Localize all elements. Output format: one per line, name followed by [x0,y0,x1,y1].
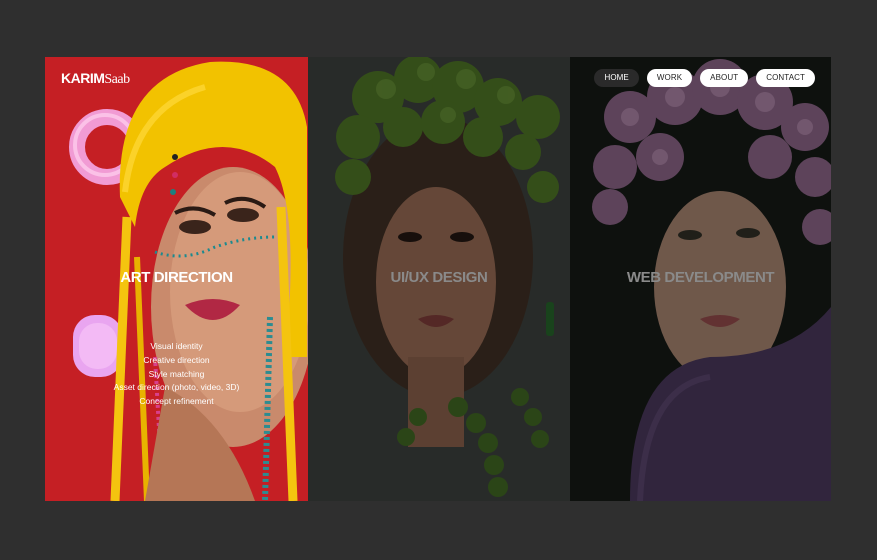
main-navigation: HOME WORK ABOUT CONTACT [594,69,815,87]
logo-last-name: Saab [104,72,130,87]
service-item: Visual identity [150,341,203,351]
art-direction-services-list: Visual identity Creative direction Style… [45,340,308,409]
service-item: Creative direction [143,354,210,365]
panel-web-development[interactable]: WEB DEVELOPMENT [570,57,831,501]
nav-contact-button[interactable]: CONTACT [756,69,815,87]
service-item: Concept refinement [139,396,214,407]
panel-title-web-development: WEB DEVELOPMENT [626,269,775,286]
panel-art-direction[interactable]: KARIMSaab ART DIRECTION Visual identity … [45,57,308,501]
logo-first-name: KARIM [61,70,105,86]
nav-work-button[interactable]: WORK [646,69,693,87]
service-item: Style matching [148,368,205,379]
panel-ui-ux-design[interactable]: UI/UX DESIGN [308,57,570,501]
service-item: Asset direction (photo, video, 3D) [113,382,240,393]
panel-title-art-direction: ART DIRECTION [120,269,233,286]
nav-home-button[interactable]: HOME [594,69,639,87]
panel-title-ui-ux-design: UI/UX DESIGN [390,269,488,286]
site-frame: KARIMSaab ART DIRECTION Visual identity … [45,57,831,501]
nav-about-button[interactable]: ABOUT [700,69,749,87]
brand-logo[interactable]: KARIMSaab [61,70,130,88]
